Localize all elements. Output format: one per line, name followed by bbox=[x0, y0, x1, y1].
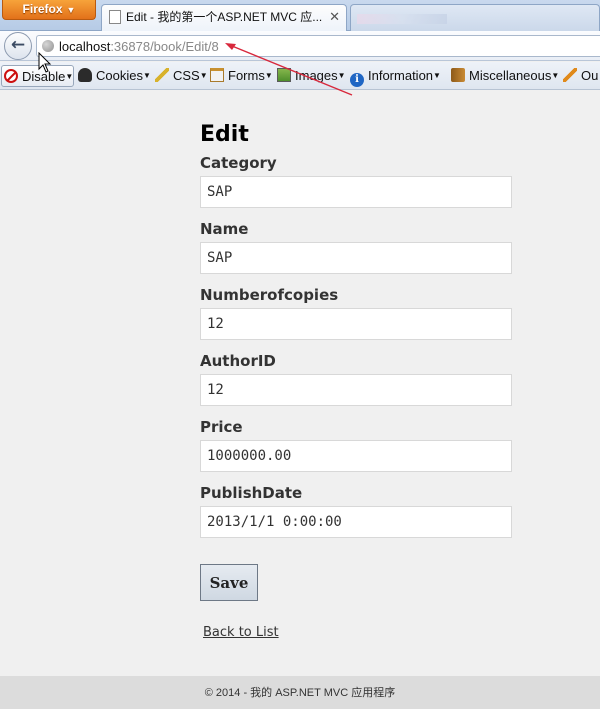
cookies-icon bbox=[78, 68, 92, 82]
tab-edit[interactable]: Edit - 我的第一个ASP.NET MVC 应... ✕ bbox=[101, 4, 347, 31]
globe-icon bbox=[42, 40, 54, 52]
url-host: localhost bbox=[59, 39, 111, 54]
caret-down-icon: ▼ bbox=[264, 71, 273, 80]
category-input[interactable] bbox=[200, 176, 512, 208]
info-icon: i bbox=[350, 73, 364, 87]
tab-title: Edit - 我的第一个ASP.NET MVC 应... bbox=[126, 10, 323, 24]
devbar-label: Images bbox=[295, 68, 338, 83]
caret-down-icon: ▼ bbox=[65, 72, 74, 81]
caret-down-icon: ▼ bbox=[551, 71, 560, 80]
page-title: Edit bbox=[200, 122, 249, 147]
mouse-cursor-icon bbox=[38, 52, 52, 73]
close-tab-icon[interactable]: ✕ bbox=[329, 5, 340, 29]
css-wand-icon bbox=[155, 68, 169, 82]
numberofcopies-label: Numberofcopies bbox=[200, 286, 339, 304]
back-arrow-icon: ← bbox=[10, 35, 26, 55]
caret-down-icon: ▼ bbox=[199, 71, 208, 80]
devbar-label: Information bbox=[368, 68, 434, 83]
save-button[interactable]: Save bbox=[200, 564, 258, 601]
publishdate-input[interactable] bbox=[200, 506, 512, 538]
url-path: :36878/book/Edit/8 bbox=[110, 39, 219, 54]
devbar-label: CSS bbox=[173, 68, 200, 83]
price-label: Price bbox=[200, 418, 243, 436]
page-icon bbox=[109, 10, 121, 24]
pencil-icon bbox=[563, 68, 577, 82]
url-text: localhost:36878/book/Edit/8 bbox=[59, 39, 219, 54]
web-developer-toolbar: Disable▼ Cookies▼ CSS▼ Forms▼ Images▼ iI… bbox=[0, 62, 600, 90]
name-label: Name bbox=[200, 220, 249, 238]
disable-icon bbox=[4, 69, 18, 83]
book-icon bbox=[451, 68, 465, 82]
devbar-outline[interactable]: Ou bbox=[563, 65, 598, 87]
name-input[interactable] bbox=[200, 242, 512, 274]
firefox-menu-label: Firefox bbox=[22, 2, 63, 16]
publishdate-label: PublishDate bbox=[200, 484, 303, 502]
devbar-css[interactable]: CSS▼ bbox=[155, 65, 208, 87]
caret-down-icon: ▼ bbox=[142, 71, 151, 80]
caret-down-icon: ▼ bbox=[337, 71, 346, 80]
browser-titlebar: Firefox ▼ Edit - 我的第一个ASP.NET MVC 应... ✕ bbox=[0, 0, 600, 31]
authorid-label: AuthorID bbox=[200, 352, 276, 370]
devbar-images[interactable]: Images▼ bbox=[277, 65, 346, 87]
devbar-label: Cookies bbox=[96, 68, 143, 83]
back-button[interactable]: ← bbox=[4, 32, 32, 60]
forms-clipboard-icon bbox=[210, 68, 224, 82]
caret-down-icon: ▼ bbox=[433, 71, 441, 80]
devbar-forms[interactable]: Forms▼ bbox=[210, 65, 273, 87]
edit-form: Edit Category Name Numberofcopies Author… bbox=[200, 122, 520, 640]
navigation-bar: ← localhost:36878/book/Edit/8 bbox=[0, 31, 600, 61]
firefox-menu-button[interactable]: Firefox ▼ bbox=[2, 0, 96, 20]
price-input[interactable] bbox=[200, 440, 512, 472]
caret-down-icon: ▼ bbox=[66, 5, 76, 15]
devbar-label: Forms bbox=[228, 68, 265, 83]
devbar-cookies[interactable]: Cookies▼ bbox=[78, 65, 151, 87]
devbar-label: Ou bbox=[581, 68, 599, 83]
images-icon bbox=[277, 68, 291, 82]
address-bar[interactable]: localhost:36878/book/Edit/8 bbox=[36, 35, 600, 57]
category-label: Category bbox=[200, 154, 277, 172]
devbar-miscellaneous[interactable]: Miscellaneous▼ bbox=[451, 65, 559, 87]
devbar-information[interactable]: i Information▼ bbox=[350, 65, 441, 87]
tab-blurred[interactable] bbox=[350, 4, 600, 31]
devbar-label: Miscellaneous bbox=[469, 68, 552, 83]
blurred-tab-title bbox=[357, 14, 447, 24]
authorid-input[interactable] bbox=[200, 374, 512, 406]
back-to-list-link[interactable]: Back to List bbox=[203, 625, 279, 640]
page-footer: © 2014 - 我的 ASP.NET MVC 应用程序 bbox=[0, 676, 600, 709]
numberofcopies-input[interactable] bbox=[200, 308, 512, 340]
